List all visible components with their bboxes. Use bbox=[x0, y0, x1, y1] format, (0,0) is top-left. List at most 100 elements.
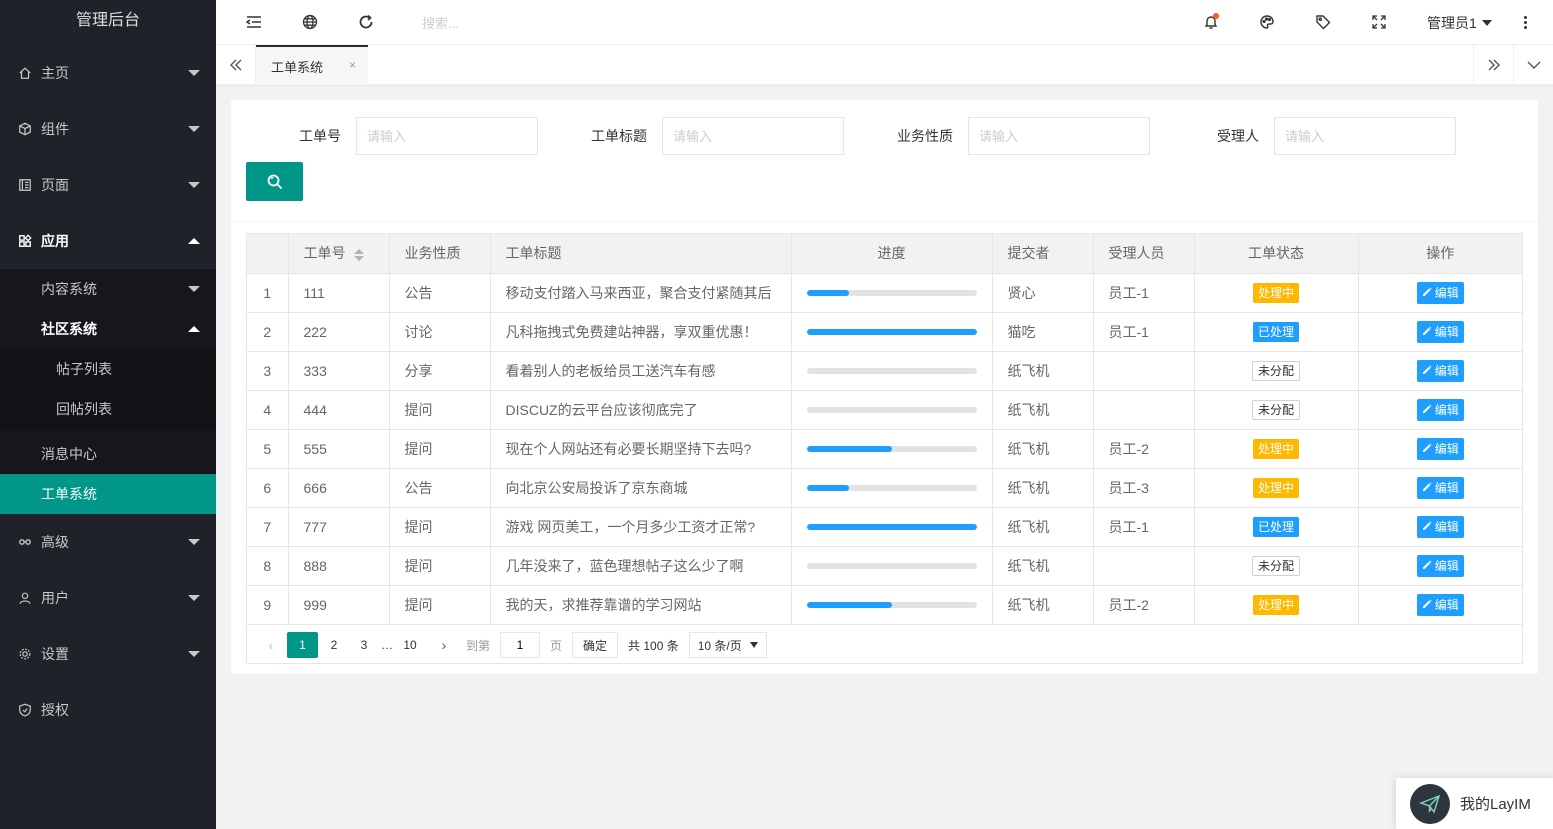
goto-page-input[interactable] bbox=[500, 632, 541, 658]
table-row: 3 333 分享 看着别人的老板给员工送汽车有感 纸飞机 未分配 编辑 bbox=[247, 351, 1522, 391]
page-size-select[interactable]: 10 条/页 bbox=[688, 632, 767, 658]
cell-ticket-title: 向北京公安局投诉了京东商城 bbox=[490, 468, 792, 508]
tabs-dropdown-icon[interactable] bbox=[1513, 45, 1553, 85]
table-row: 2 222 讨论 凡科拖拽式免费建站神器，享双重优惠！ 猫吃 员工-1 已处理 编辑 bbox=[247, 312, 1522, 352]
filter-label: 工单标题 bbox=[591, 128, 647, 144]
menu-fold-icon[interactable] bbox=[245, 13, 263, 31]
cell-business-type: 提问 bbox=[389, 390, 491, 430]
progress-fill bbox=[806, 445, 892, 452]
tag-icon[interactable] bbox=[1314, 13, 1332, 31]
edit-button[interactable]: 编辑 bbox=[1416, 398, 1464, 421]
cell-ticket-id: 888 bbox=[288, 546, 390, 586]
sidebar-item-content-system[interactable]: 内容系统 bbox=[0, 269, 216, 309]
community-submenu: 帖子列表 回帖列表 bbox=[0, 349, 216, 429]
globe-icon[interactable] bbox=[301, 13, 319, 31]
page-2[interactable]: 2 bbox=[320, 632, 348, 658]
page-3[interactable]: 3 bbox=[350, 632, 378, 658]
ticket-title-input[interactable] bbox=[662, 117, 844, 155]
cell-ticket-id: 222 bbox=[288, 312, 390, 352]
progress-bar bbox=[806, 601, 977, 608]
cell-status: 未分配 bbox=[1194, 546, 1359, 586]
ticket-id-input[interactable] bbox=[356, 117, 538, 155]
sidebar-item-senior[interactable]: 高级 bbox=[0, 514, 216, 570]
edit-button[interactable]: 编辑 bbox=[1416, 476, 1464, 499]
progress-fill bbox=[806, 289, 849, 296]
sidebar-item-settings[interactable]: 设置 bbox=[0, 626, 216, 682]
edit-label: 编辑 bbox=[1434, 403, 1459, 417]
sidebar-item-home[interactable]: 主页 bbox=[0, 45, 216, 101]
edit-button[interactable]: 编辑 bbox=[1416, 320, 1464, 343]
user-menu[interactable]: 管理员1 bbox=[1427, 13, 1492, 33]
sidebar-item-component[interactable]: 组件 bbox=[0, 101, 216, 157]
fullscreen-icon[interactable] bbox=[1370, 13, 1388, 31]
sort-icon[interactable] bbox=[353, 248, 364, 261]
pencil-icon bbox=[1422, 286, 1435, 300]
progress-fill bbox=[806, 523, 977, 530]
search-button[interactable] bbox=[246, 162, 303, 201]
cell-status: 已处理 bbox=[1194, 312, 1359, 352]
cell-ticket-id: 333 bbox=[288, 351, 390, 391]
header-business-type: 业务性质 bbox=[389, 234, 491, 274]
edit-button[interactable]: 编辑 bbox=[1416, 515, 1464, 538]
cell-status: 处理中 bbox=[1194, 273, 1359, 313]
table-body: 1 111 公告 移动支付踏入马来西亚，聚合支付紧随其后 贤心 员工-1 处理中 编辑 2 222… bbox=[247, 273, 1522, 625]
edit-button[interactable]: 编辑 bbox=[1416, 359, 1464, 382]
cell-business-type: 提问 bbox=[389, 546, 491, 586]
close-icon[interactable]: × bbox=[349, 58, 356, 72]
cell-submitter: 纸飞机 bbox=[992, 390, 1094, 430]
cell-assignee: 员工-1 bbox=[1093, 312, 1195, 352]
chevron-down-icon bbox=[188, 70, 200, 76]
chevron-down-icon bbox=[188, 539, 200, 545]
business-type-input[interactable] bbox=[968, 117, 1150, 155]
sidebar-item-app[interactable]: 应用 bbox=[0, 213, 216, 269]
search-input[interactable] bbox=[422, 13, 622, 33]
edit-button[interactable]: 编辑 bbox=[1416, 593, 1464, 616]
sidebar-item-user[interactable]: 用户 bbox=[0, 570, 216, 626]
pencil-icon bbox=[1422, 481, 1435, 495]
tab-label: 工单系统 bbox=[271, 59, 324, 75]
cell-submitter: 纸飞机 bbox=[992, 429, 1094, 469]
edit-button[interactable]: 编辑 bbox=[1416, 281, 1464, 304]
prev-page-icon[interactable]: ‹ bbox=[257, 632, 285, 658]
ticket-card: 工单号 工单标题 业务性质 受理人 工单号 业务性质 工单标题 bbox=[231, 100, 1538, 674]
layim-widget[interactable]: 我的LayIM bbox=[1396, 778, 1553, 829]
cell-actions: 编辑 bbox=[1358, 312, 1522, 352]
next-page-icon[interactable]: › bbox=[430, 632, 458, 658]
cell-actions: 编辑 bbox=[1358, 390, 1522, 430]
user-icon bbox=[17, 590, 33, 606]
confirm-page-button[interactable]: 确定 bbox=[572, 632, 619, 658]
sidebar-item-post-list[interactable]: 帖子列表 bbox=[0, 349, 216, 389]
page-1[interactable]: 1 bbox=[287, 632, 318, 658]
sidebar-item-community-system[interactable]: 社区系统 bbox=[0, 309, 216, 349]
edit-button[interactable]: 编辑 bbox=[1416, 554, 1464, 577]
page-10[interactable]: 10 bbox=[396, 632, 424, 658]
cell-progress bbox=[791, 390, 993, 430]
cell-submitter: 纸飞机 bbox=[992, 507, 1094, 547]
filter-assignee: 受理人 bbox=[1217, 117, 1456, 155]
refresh-icon[interactable] bbox=[357, 13, 375, 31]
tabs-scroll-right-icon[interactable] bbox=[1473, 45, 1513, 85]
cell-actions: 编辑 bbox=[1358, 468, 1522, 508]
theme-palette-icon[interactable] bbox=[1258, 13, 1276, 31]
header-ticket-id[interactable]: 工单号 bbox=[288, 234, 390, 274]
sidebar-item-page[interactable]: 页面 bbox=[0, 157, 216, 213]
more-vertical-icon[interactable] bbox=[1520, 13, 1530, 31]
assignee-input[interactable] bbox=[1274, 117, 1456, 155]
sidebar-item-auth[interactable]: 授权 bbox=[0, 682, 216, 738]
cell-ticket-title: 我的天，求推荐靠谱的学习网站 bbox=[490, 585, 792, 625]
edit-button[interactable]: 编辑 bbox=[1416, 437, 1464, 460]
sidebar-item-message-center[interactable]: 消息中心 bbox=[0, 429, 216, 474]
sidebar-item-label: 内容系统 bbox=[41, 281, 97, 297]
app-logo[interactable]: 管理后台 bbox=[0, 0, 216, 45]
sidebar-item-reply-list[interactable]: 回帖列表 bbox=[0, 389, 216, 429]
tabs-scroll-left-icon[interactable] bbox=[216, 45, 256, 85]
row-index: 9 bbox=[247, 585, 289, 625]
progress-fill bbox=[806, 601, 892, 608]
sidebar-item-ticket-system[interactable]: 工单系统 bbox=[0, 474, 216, 514]
cell-business-type: 讨论 bbox=[389, 312, 491, 352]
tab-ticket-system[interactable]: 工单系统 × bbox=[256, 45, 368, 85]
cell-business-type: 提问 bbox=[389, 429, 491, 469]
table-row: 5 555 提问 现在个人网站还有必要长期坚持下去吗? 纸飞机 员工-2 处理中 编辑 bbox=[247, 429, 1522, 469]
table-row: 6 666 公告 向北京公安局投诉了京东商城 纸飞机 员工-3 处理中 编辑 bbox=[247, 468, 1522, 508]
bell-icon[interactable] bbox=[1202, 13, 1220, 31]
